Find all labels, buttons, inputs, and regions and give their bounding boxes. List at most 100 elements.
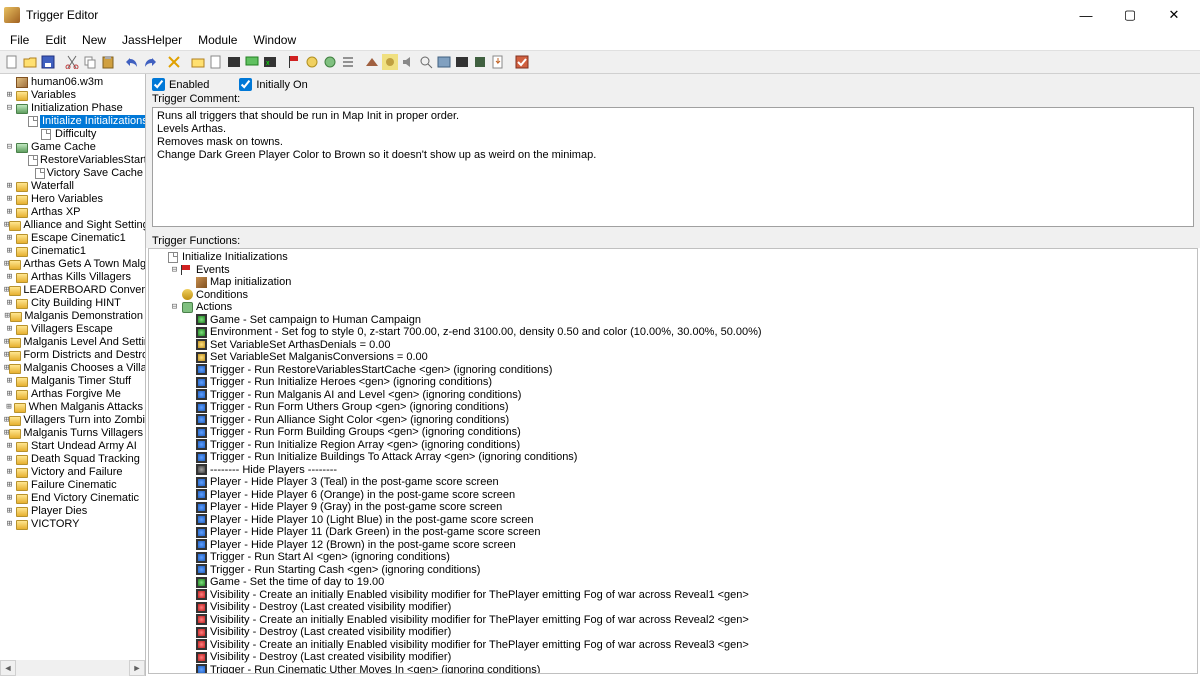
function-row[interactable]: ⊟Events [151,264,1195,277]
open-icon[interactable] [22,54,38,70]
expander-icon[interactable]: ⊞ [4,181,15,192]
function-row[interactable]: Trigger - Run Form Uthers Group <gen> (i… [151,401,1195,414]
new-event-icon[interactable] [286,54,302,70]
function-row[interactable]: Player - Hide Player 9 (Gray) in the pos… [151,501,1195,514]
tree-item[interactable]: ⊞Arthas XP [0,206,145,219]
function-row[interactable]: Player - Hide Player 6 (Orange) in the p… [151,489,1195,502]
tree-item[interactable]: ⊞Cinematic1 [0,245,145,258]
expander-icon[interactable]: ⊞ [4,207,15,218]
tree-item[interactable]: ⊞Arthas Gets A Town Malgani [0,258,145,271]
redo-icon[interactable] [142,54,158,70]
image-icon[interactable] [436,54,452,70]
tree-item[interactable]: ⊟Game Cache [0,141,145,154]
new-script-icon[interactable] [226,54,242,70]
tree-item[interactable]: ⊞End Victory Cinematic [0,492,145,505]
scroll-right-icon[interactable]: ► [129,660,145,676]
trigger-tree[interactable]: human06.w3m⊞Variables⊟Initialization Pha… [0,74,145,533]
tree-item[interactable]: Initialize Initializations [0,115,145,128]
expander-icon[interactable]: ⊞ [4,298,15,309]
new-condition-icon[interactable] [304,54,320,70]
tree-item[interactable]: ⊞Arthas Forgive Me [0,388,145,401]
tree-item[interactable]: Victory Save Cache [0,167,145,180]
menu-edit[interactable]: Edit [37,31,74,49]
function-row[interactable]: Trigger - Run Start AI <gen> (ignoring c… [151,551,1195,564]
function-row[interactable]: Game - Set campaign to Human Campaign [151,314,1195,327]
tree-item[interactable]: ⊞LEADERBOARD Conversion [0,284,145,297]
list-icon[interactable] [340,54,356,70]
function-row[interactable]: Visibility - Destroy (Last created visib… [151,651,1195,664]
tree-item[interactable]: ⊞VICTORY [0,518,145,531]
function-row[interactable]: Visibility - Create an initially Enabled… [151,614,1195,627]
function-row[interactable]: Trigger - Run Initialize Heroes <gen> (i… [151,376,1195,389]
close-button[interactable]: ✕ [1152,1,1196,29]
save-icon[interactable] [40,54,56,70]
function-row[interactable]: Trigger - Run Cinematic Uther Moves In <… [151,664,1195,675]
function-row[interactable]: Trigger - Run Form Building Groups <gen>… [151,426,1195,439]
function-row[interactable]: Initialize Initializations [151,251,1195,264]
tree-item[interactable]: RestoreVariablesStartCache [0,154,145,167]
tree-item[interactable]: ⊞Death Squad Tracking [0,453,145,466]
expander-icon[interactable]: ⊞ [4,233,15,244]
expander-icon[interactable]: ⊞ [4,324,15,335]
copy-icon[interactable] [82,54,98,70]
function-row[interactable]: Trigger - Run Starting Cash <gen> (ignor… [151,564,1195,577]
expander-icon[interactable]: ⊞ [4,493,15,504]
text-icon[interactable] [454,54,470,70]
comment-textarea[interactable] [152,107,1194,227]
function-row[interactable]: Conditions [151,289,1195,302]
expander-icon[interactable]: ⊞ [4,454,15,465]
tree-item[interactable]: ⊞Villagers Turn into Zombies [0,414,145,427]
function-row[interactable]: Map initialization [151,276,1195,289]
undo-icon[interactable] [124,54,140,70]
maximize-button[interactable]: ▢ [1108,1,1152,29]
tree-item[interactable]: ⊞Alliance and Sight Settings [0,219,145,232]
menu-jasshelper[interactable]: JassHelper [114,31,190,49]
expander-icon[interactable]: ⊞ [4,246,15,257]
tree-item[interactable]: ⊞Start Undead Army AI [0,440,145,453]
tree-item[interactable]: ⊞Escape Cinematic1 [0,232,145,245]
expander-icon[interactable]: ⊞ [4,441,15,452]
function-row[interactable]: Environment - Set fog to style 0, z-star… [151,326,1195,339]
enabled-checkbox[interactable]: Enabled [152,78,209,91]
function-row[interactable]: Trigger - Run Alliance Sight Color <gen>… [151,414,1195,427]
expander-icon[interactable]: ⊞ [4,506,15,517]
function-row[interactable]: Player - Hide Player 12 (Brown) in the p… [151,539,1195,552]
initially-on-checkbox[interactable]: Initially On [239,78,307,91]
tree-item[interactable]: ⊞Form Districts and Destroy Ci [0,349,145,362]
tree-item[interactable]: ⊞Waterfall [0,180,145,193]
expander-icon[interactable]: ⊞ [4,480,15,491]
tool-1-icon[interactable] [364,54,380,70]
new-category-icon[interactable] [190,54,206,70]
horizontal-scrollbar[interactable]: ◄ ► [0,660,145,676]
paste-icon[interactable] [100,54,116,70]
menu-window[interactable]: Window [245,31,304,49]
function-row[interactable]: Trigger - Run Malganis AI and Level <gen… [151,389,1195,402]
function-row[interactable]: Player - Hide Player 3 (Teal) in the pos… [151,476,1195,489]
tree-item[interactable]: ⊞Malganis Chooses a Village [0,362,145,375]
cut-icon[interactable] [64,54,80,70]
tree-item[interactable]: Difficulty [0,128,145,141]
menu-new[interactable]: New [74,31,114,49]
tree-item[interactable]: ⊞Variables [0,89,145,102]
new-file-icon[interactable] [4,54,20,70]
tree-item[interactable]: ⊟Initialization Phase [0,102,145,115]
tool-3-icon[interactable] [472,54,488,70]
scroll-left-icon[interactable]: ◄ [0,660,16,676]
function-row[interactable]: Visibility - Destroy (Last created visib… [151,626,1195,639]
tree-item[interactable]: ⊞Malganis Turns Villagers Into [0,427,145,440]
menu-module[interactable]: Module [190,31,245,49]
delete-icon[interactable] [166,54,182,70]
tree-item[interactable]: ⊞Player Dies [0,505,145,518]
function-row[interactable]: Trigger - Run RestoreVariablesStartCache… [151,364,1195,377]
tree-item[interactable]: ⊞Hero Variables [0,193,145,206]
function-row[interactable]: Trigger - Run Initialize Region Array <g… [151,439,1195,452]
minimize-button[interactable]: — [1064,1,1108,29]
function-row[interactable]: Visibility - Create an initially Enabled… [151,589,1195,602]
expander-icon[interactable]: ⊞ [4,519,15,530]
tree-item[interactable]: ⊞City Building HINT [0,297,145,310]
tool-2-icon[interactable] [382,54,398,70]
tree-item[interactable]: ⊞Villagers Escape [0,323,145,336]
function-row[interactable]: Trigger - Run Initialize Buildings To At… [151,451,1195,464]
new-action-icon[interactable] [322,54,338,70]
expander-icon[interactable]: ⊞ [4,194,15,205]
